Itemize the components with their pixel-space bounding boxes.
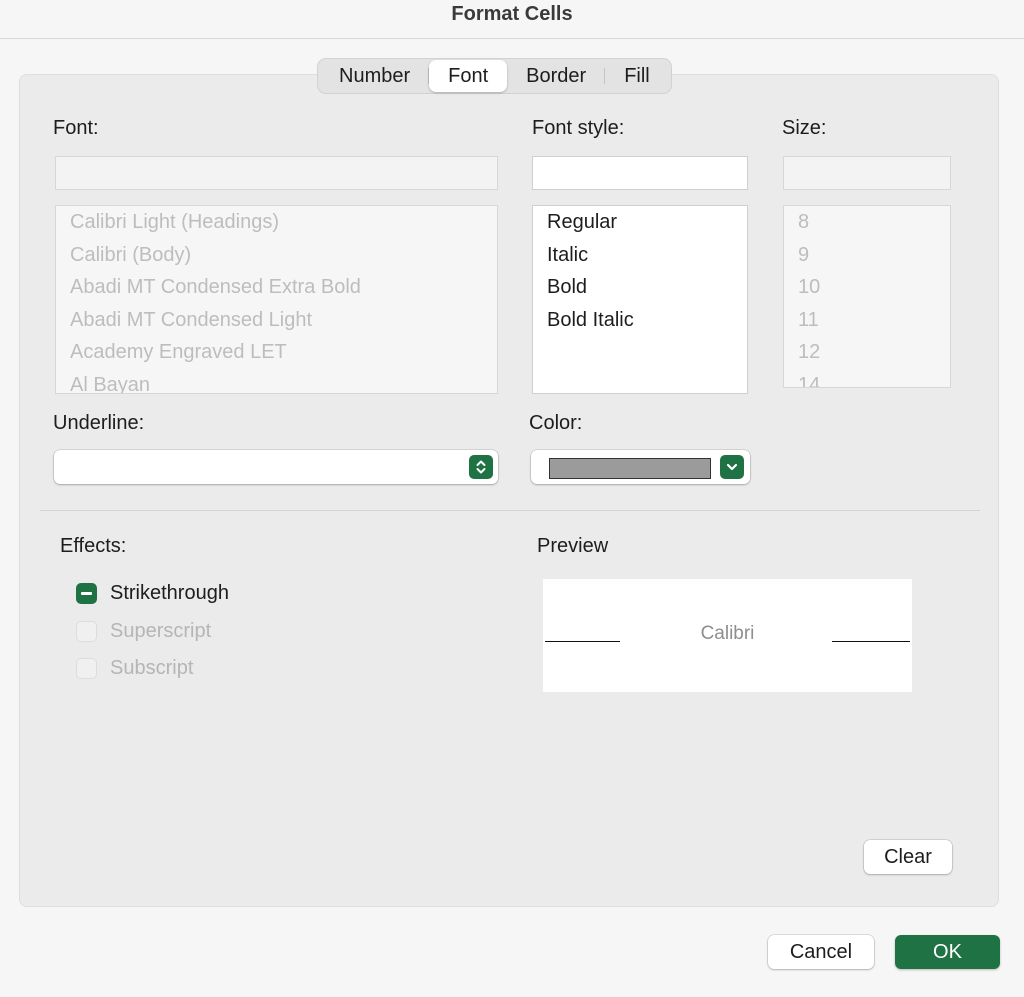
- section-divider: [40, 510, 980, 511]
- font-style-list[interactable]: Regular Italic Bold Bold Italic: [532, 205, 748, 394]
- list-item[interactable]: Calibri Light (Headings): [56, 206, 497, 239]
- font-list[interactable]: Calibri Light (Headings) Calibri (Body) …: [55, 205, 498, 394]
- font-style-label: Font style:: [532, 117, 625, 139]
- preview-label: Preview: [537, 535, 609, 557]
- chevron-down-icon[interactable]: [720, 455, 744, 479]
- tab-font[interactable]: Font: [429, 60, 508, 92]
- subscript-label[interactable]: Subscript: [110, 657, 193, 680]
- up-down-chevron-icon[interactable]: [469, 455, 493, 479]
- list-item[interactable]: 11: [784, 304, 950, 337]
- list-item[interactable]: 14: [784, 369, 950, 388]
- size-field[interactable]: [783, 156, 951, 190]
- size-list[interactable]: 8 9 10 11 12 14: [783, 205, 951, 388]
- list-item[interactable]: Italic: [533, 239, 747, 272]
- list-item[interactable]: Academy Engraved LET: [56, 336, 497, 369]
- window-title: Format Cells: [0, 0, 1024, 39]
- effects-label: Effects:: [60, 535, 127, 557]
- font-style-field[interactable]: [532, 156, 748, 190]
- font-tab-panel: [19, 74, 999, 907]
- ok-button[interactable]: OK: [895, 935, 1000, 969]
- preview-strike-line-right: [832, 641, 910, 642]
- list-item[interactable]: Abadi MT Condensed Light: [56, 304, 497, 337]
- font-label: Font:: [53, 117, 99, 139]
- list-item[interactable]: Bold Italic: [533, 304, 747, 337]
- list-item[interactable]: Regular: [533, 206, 747, 239]
- clear-button[interactable]: Clear: [864, 840, 952, 874]
- superscript-checkbox[interactable]: [76, 621, 97, 642]
- list-item[interactable]: Calibri (Body): [56, 239, 497, 272]
- tab-bar: Number Font Border Fill: [317, 58, 672, 94]
- size-label: Size:: [782, 117, 827, 139]
- font-name-field[interactable]: [55, 156, 498, 190]
- mixed-state-dash-icon: [81, 592, 92, 595]
- cancel-button[interactable]: Cancel: [768, 935, 874, 969]
- strikethrough-checkbox[interactable]: [76, 583, 97, 604]
- tab-number[interactable]: Number: [320, 60, 430, 92]
- underline-popup[interactable]: [54, 450, 498, 484]
- color-popup[interactable]: [531, 450, 750, 484]
- list-item[interactable]: 12: [784, 336, 950, 369]
- list-item[interactable]: Al Bayan: [56, 369, 497, 394]
- list-item[interactable]: Abadi MT Condensed Extra Bold: [56, 271, 497, 304]
- list-item[interactable]: 8: [784, 206, 950, 239]
- tab-fill[interactable]: Fill: [605, 60, 669, 92]
- underline-label: Underline:: [53, 412, 145, 434]
- tab-border[interactable]: Border: [507, 60, 606, 92]
- strikethrough-label[interactable]: Strikethrough: [110, 582, 229, 605]
- list-item[interactable]: Bold: [533, 271, 747, 304]
- subscript-checkbox[interactable]: [76, 658, 97, 679]
- preview-box: Calibri: [543, 579, 912, 692]
- superscript-label[interactable]: Superscript: [110, 620, 211, 643]
- color-swatch: [549, 458, 711, 479]
- color-label: Color:: [529, 412, 583, 434]
- list-item[interactable]: 10: [784, 271, 950, 304]
- list-item[interactable]: 9: [784, 239, 950, 272]
